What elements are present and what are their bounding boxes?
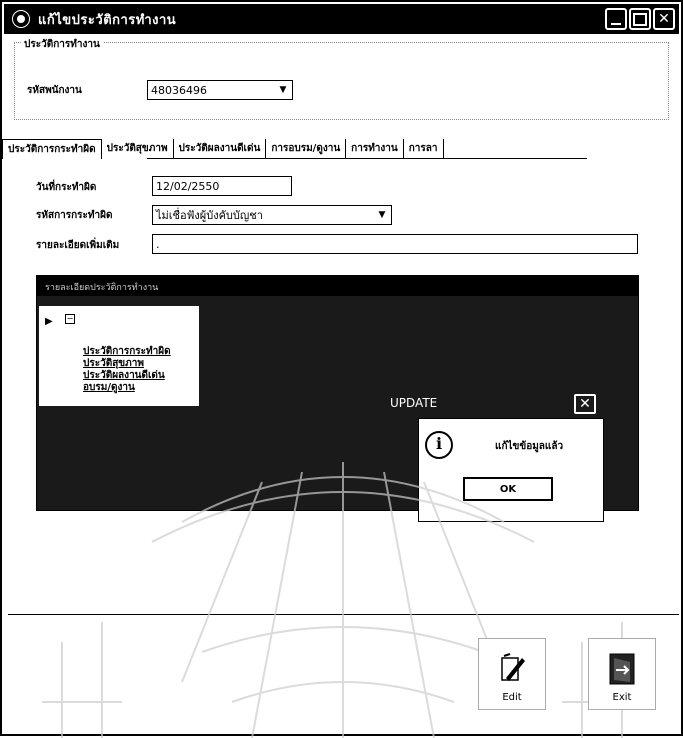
maximize-button[interactable] — [629, 8, 651, 30]
row-selector-icon: ▶ — [45, 316, 53, 327]
minimize-button[interactable] — [605, 8, 627, 30]
offense-code-value: ไม่เชื่อฟังผู้บังคับบัญชา — [156, 209, 263, 222]
bottom-divider — [8, 614, 679, 615]
tree-expand-icon[interactable]: − — [65, 314, 75, 324]
dialog-title: UPDATE — [390, 396, 438, 410]
tab-health[interactable]: ประวัติสุขภาพ — [102, 139, 174, 159]
dialog-message: แก้ไขข้อมูลแล้ว — [495, 441, 564, 452]
tree-items: ประวัติการกระทำผิด ประวัติสุขภาพ ประวัติ… — [83, 346, 171, 394]
tab-leave[interactable]: การลา — [404, 139, 444, 159]
group-legend: ประวัติการทำงาน — [21, 37, 103, 52]
employee-id-label: รหัสพนักงาน — [27, 85, 82, 96]
dialog-close-button[interactable]: ✕ — [574, 394, 596, 414]
tab-employment[interactable]: การทำงาน — [346, 139, 404, 159]
edit-icon — [501, 653, 525, 681]
history-tree: ▶ − ประวัติการกระทำผิด ประวัติสุขภาพ ประ… — [39, 306, 199, 406]
offense-date-field[interactable]: 12/02/2550 — [152, 176, 292, 196]
update-dialog: UPDATE ✕ i แก้ไขข้อมูลแล้ว OK — [382, 390, 604, 522]
window-title: แก้ไขประวัติการทำงาน — [38, 12, 177, 28]
tab-training[interactable]: การอบรม/ดูงาน — [266, 139, 347, 159]
info-icon: i — [425, 431, 453, 459]
exit-door-icon — [609, 653, 635, 685]
close-button[interactable]: ✕ — [653, 8, 675, 30]
tree-item-offense[interactable]: ประวัติการกระทำผิด — [83, 346, 171, 358]
chevron-down-icon[interactable]: ▼ — [375, 208, 389, 222]
tab-bar: ประวัติการกระทำผิด ประวัติสุขภาพ ประวัติ… — [2, 137, 681, 159]
exit-button[interactable]: Exit — [588, 638, 656, 710]
app-icon — [12, 10, 30, 28]
dialog-body: i แก้ไขข้อมูลแล้ว OK — [418, 418, 604, 522]
employee-id-combo[interactable]: 48036496 ▼ — [147, 80, 293, 100]
window-controls: ✕ — [605, 8, 675, 30]
ok-button[interactable]: OK — [463, 477, 553, 501]
chevron-down-icon[interactable]: ▼ — [276, 83, 290, 97]
title-bar[interactable]: แก้ไขประวัติการทำงาน ✕ — [4, 4, 679, 34]
tab-underline — [147, 158, 587, 159]
tab-achievement[interactable]: ประวัติผลงานดีเด่น — [174, 139, 267, 159]
employee-id-value: 48036496 — [151, 83, 207, 97]
detail-field[interactable]: . — [152, 234, 638, 254]
offense-code-combo[interactable]: ไม่เชื่อฟังผู้บังคับบัญชา ▼ — [152, 205, 392, 225]
edit-label: Edit — [502, 692, 522, 703]
detail-panel-header: รายละเอียดประวัติการทำงาน — [37, 276, 638, 296]
tree-item-training[interactable]: อบรม/ดูงาน — [83, 382, 171, 394]
detail-label: รายละเอียดเพิ่มเติม — [36, 240, 120, 251]
edit-button[interactable]: Edit — [478, 638, 546, 710]
exit-label: Exit — [612, 692, 632, 703]
offense-code-label: รหัสการกระทำผิด — [36, 210, 113, 221]
tab-offense[interactable]: ประวัติการกระทำผิด — [2, 139, 102, 159]
tree-item-health[interactable]: ประวัติสุขภาพ — [83, 358, 171, 370]
tree-item-achievement[interactable]: ประวัติผลงานดีเด่น — [83, 370, 171, 382]
main-window: แก้ไขประวัติการทำงาน ✕ ประวัติการทำงาน ร… — [0, 0, 683, 738]
offense-date-label: วันที่กระทำผิด — [36, 182, 97, 193]
work-history-group: ประวัติการทำงาน รหัสพนักงาน 48036496 ▼ — [14, 37, 669, 120]
